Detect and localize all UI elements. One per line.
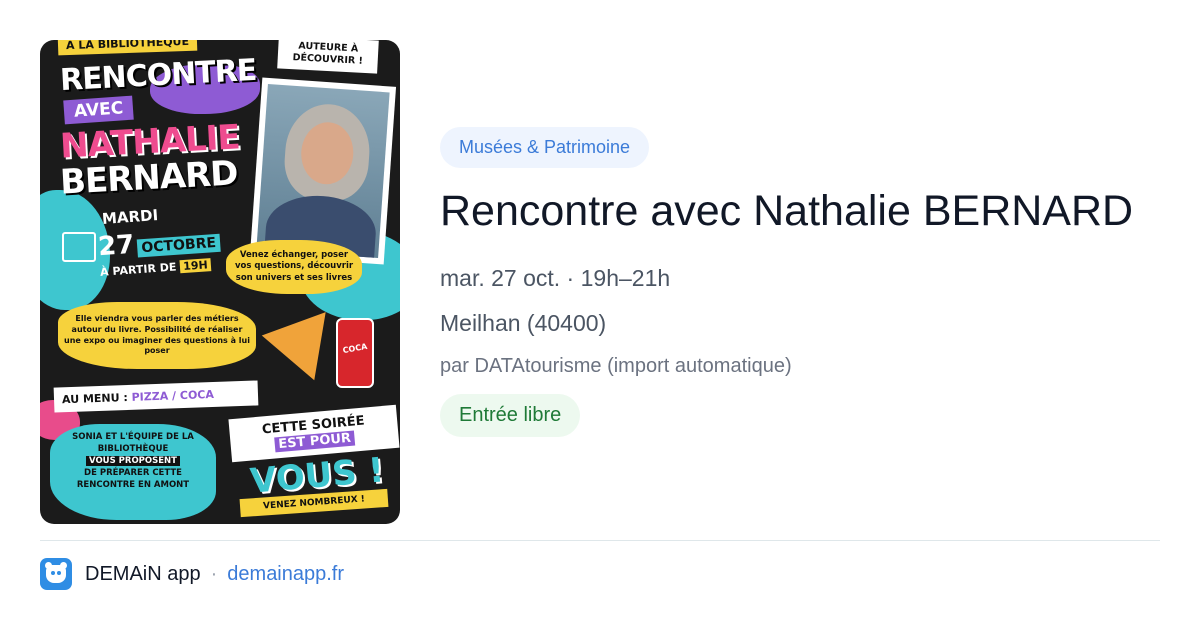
poster-echanger-text: Venez échanger, poser vos questions, déc… <box>226 240 362 295</box>
event-datetime: mar. 27 oct. · 19h–21h <box>440 265 671 291</box>
poster-time-value: 19H <box>179 258 212 274</box>
poster-time-prefix: À PARTIR DE <box>99 260 177 279</box>
poster-author-photo <box>249 77 397 265</box>
poster-sonia-block: SONIA ET L'ÉQUIPE DE LA BIBLIOTHÈQUE VOU… <box>50 424 216 520</box>
category-badge[interactable]: Musées & Patrimoine <box>440 127 650 168</box>
poster-top-label: À LA BIBLIOTHÈQUE <box>57 40 198 56</box>
can-label: COCA <box>342 341 368 356</box>
event-poster-image: À LA BIBLIOTHÈQUE AUTEURE À DÉCOUVRIR ! … <box>40 40 400 524</box>
event-title[interactable]: Rencontre avec Nathalie BERNARD <box>440 184 1133 238</box>
event-card[interactable]: À LA BIBLIOTHÈQUE AUTEURE À DÉCOUVRIR ! … <box>0 0 1200 630</box>
poster-auteure-label: AUTEURE À DÉCOUVRIR ! <box>277 40 379 74</box>
app-name: DEMAiN app <box>85 562 201 585</box>
poster-menu-prefix: AU MENU : <box>61 390 129 407</box>
poster-weekday: MARDI <box>101 206 159 228</box>
footer: DEMAiN app · demainapp.fr <box>40 558 344 590</box>
footer-divider <box>40 540 1160 541</box>
calendar-icon <box>62 232 96 262</box>
poster-sonia-tag: VOUS PROPOSENT <box>86 455 180 466</box>
poster-sonia-text-1: SONIA ET L'ÉQUIPE DE LA BIBLIOTHÈQUE <box>72 432 194 454</box>
poster-day: 27 <box>97 229 136 263</box>
poster-avec: AVEC <box>63 95 135 125</box>
price-badge: Entrée libre <box>440 394 581 437</box>
event-location: Meilhan (40400) <box>440 310 607 336</box>
demain-app-icon <box>40 558 72 590</box>
footer-separator: · <box>210 562 218 585</box>
event-source: par DATAtourisme (import automatique) <box>440 355 792 377</box>
app-url-link[interactable]: demainapp.fr <box>227 563 344 586</box>
poster-date: 27 OCTOBRE <box>97 224 221 262</box>
poster-description: Elle viendra vous parler des métiers aut… <box>58 302 256 370</box>
poster-month: OCTOBRE <box>136 233 221 258</box>
pizza-icon <box>261 312 347 392</box>
poster-lastname: BERNARD <box>59 153 239 203</box>
soda-can-icon: COCA <box>336 318 374 388</box>
poster-time: À PARTIR DE 19H <box>99 258 212 279</box>
poster-menu-items: PIZZA / COCA <box>131 387 215 404</box>
poster-menu: AU MENU : PIZZA / COCA <box>53 380 259 413</box>
poster-sonia-text-2: DE PRÉPARER CETTE RENCONTRE EN AMONT <box>76 467 190 490</box>
